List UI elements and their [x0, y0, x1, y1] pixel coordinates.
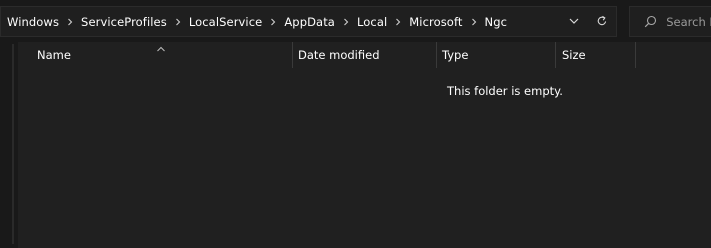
chevron-right-icon[interactable]	[463, 18, 485, 26]
sort-ascending-icon	[156, 41, 166, 52]
breadcrumb: Windows ServiceProfiles LocalService App…	[1, 7, 507, 36]
address-bar-actions	[560, 7, 616, 36]
navigation-bar: Windows ServiceProfiles LocalService App…	[0, 0, 711, 42]
search-box[interactable]: Search N	[629, 6, 711, 37]
breadcrumb-item-appdata[interactable]: AppData	[284, 15, 335, 29]
search-input[interactable]: Search N	[662, 15, 711, 29]
chevron-right-icon[interactable]	[335, 18, 357, 26]
column-header-date-modified[interactable]: Date modified	[293, 42, 436, 68]
column-header-name[interactable]: Name	[18, 42, 292, 68]
navigation-pane[interactable]	[0, 42, 18, 248]
column-header-name-label: Name	[37, 48, 71, 62]
breadcrumb-item-local[interactable]: Local	[357, 15, 387, 29]
breadcrumb-item-serviceprofiles[interactable]: ServiceProfiles	[81, 15, 167, 29]
refresh-icon	[596, 12, 608, 31]
column-header-size[interactable]: Size	[556, 42, 635, 68]
breadcrumb-item-ngc[interactable]: Ngc	[485, 15, 508, 29]
breadcrumb-item-localservice[interactable]: LocalService	[189, 15, 263, 29]
column-header-size-label: Size	[562, 48, 586, 62]
column-header-type[interactable]: Type	[437, 42, 555, 68]
column-header-type-label: Type	[442, 48, 469, 62]
history-dropdown-button[interactable]	[560, 7, 588, 36]
chevron-right-icon[interactable]	[387, 18, 409, 26]
file-explorer-window: Windows ServiceProfiles LocalService App…	[0, 0, 711, 248]
chevron-right-icon[interactable]	[262, 18, 284, 26]
breadcrumb-item-windows[interactable]: Windows	[7, 15, 59, 29]
search-icon	[638, 15, 662, 28]
refresh-button[interactable]	[588, 7, 616, 36]
chevron-right-icon[interactable]	[167, 18, 189, 26]
breadcrumb-item-microsoft[interactable]: Microsoft	[409, 15, 462, 29]
empty-folder-message: This folder is empty.	[447, 84, 563, 98]
chevron-down-icon	[568, 12, 580, 31]
chevron-right-icon[interactable]	[59, 18, 81, 26]
column-divider[interactable]	[635, 42, 636, 68]
column-header-date-modified-label: Date modified	[298, 48, 380, 62]
address-bar[interactable]: Windows ServiceProfiles LocalService App…	[0, 6, 617, 37]
navigation-pane-scrollbar[interactable]	[12, 44, 14, 244]
column-header-row: Name Date modified Type Size	[18, 42, 711, 68]
file-list-pane[interactable]: Name Date modified Type Size This folder…	[18, 42, 711, 248]
